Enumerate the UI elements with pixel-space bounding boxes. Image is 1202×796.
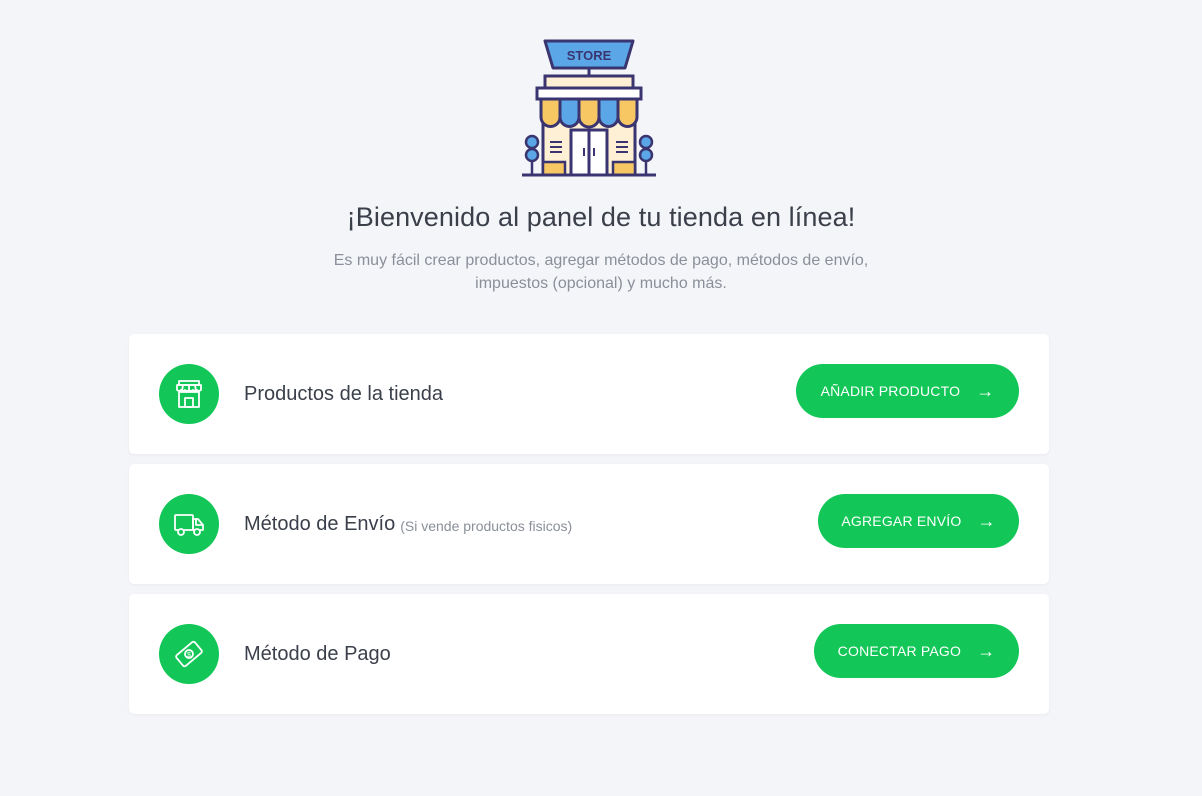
payment-label: Método de Pago <box>244 642 391 665</box>
card-title-shipping: Método de Envío (Si vende productos fisi… <box>244 464 572 584</box>
card-title-products: Productos de la tienda <box>244 334 443 454</box>
arrow-right-icon: → <box>977 640 996 661</box>
page-title: ¡Bienvenido al panel de tu tienda en lín… <box>346 202 856 232</box>
shipping-note: (Si vende productos fisicos) <box>400 517 573 534</box>
card-payment-method: $ Método de Pago CONECTAR PAGO → <box>129 594 1049 714</box>
arrow-right-icon: → <box>976 380 995 401</box>
subtitle-line-1: Es muy fácil crear productos, agregar mé… <box>333 252 869 269</box>
products-label: Productos de la tienda <box>244 382 444 405</box>
add-product-label: AÑADIR PRODUCTO <box>820 383 961 399</box>
page-subtitle: Es muy fácil crear productos, agregar mé… <box>301 249 901 295</box>
shipping-label: Método de Envío <box>244 512 396 535</box>
store-sign-label: STORE <box>567 48 612 63</box>
truck-icon <box>159 494 219 554</box>
card-shipping-method: Método de Envío (Si vende productos fisi… <box>129 464 1049 584</box>
add-shipping-button[interactable]: AGREGAR ENVÍO → <box>818 494 1019 548</box>
add-product-button[interactable]: AÑADIR PRODUCTO → <box>796 364 1019 418</box>
arrow-right-icon: → <box>977 510 996 531</box>
svg-text:$: $ <box>187 652 191 659</box>
connect-payment-button[interactable]: CONECTAR PAGO → <box>814 624 1019 678</box>
card-title-payment: Método de Pago <box>244 594 391 714</box>
store-illustration-icon: STORE <box>522 39 656 177</box>
subtitle-line-2: impuestos (opcional) y mucho más. <box>475 275 727 292</box>
money-icon: $ <box>159 624 219 684</box>
card-store-products: Productos de la tienda AÑADIR PRODUCTO → <box>129 334 1049 454</box>
connect-payment-label: CONECTAR PAGO <box>837 643 962 659</box>
add-shipping-label: AGREGAR ENVÍO <box>841 513 962 529</box>
store-icon <box>159 364 219 424</box>
